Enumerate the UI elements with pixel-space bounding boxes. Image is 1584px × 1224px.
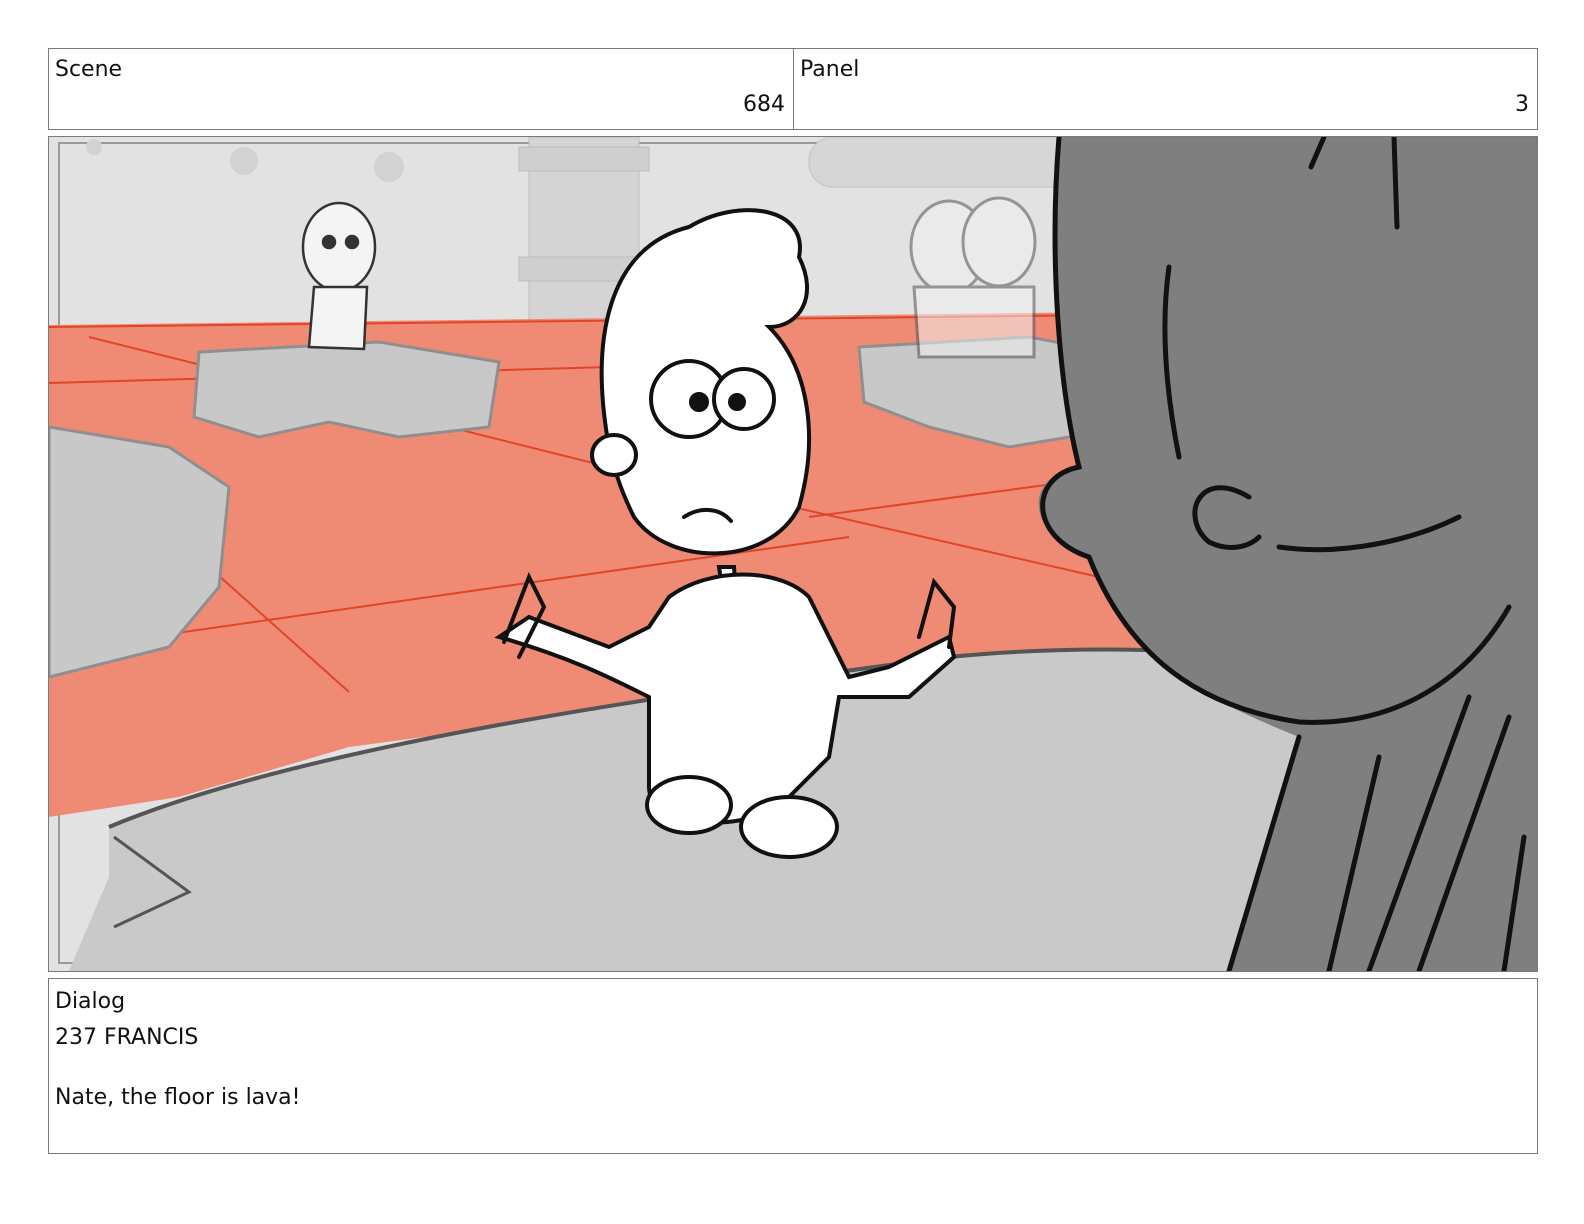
rock-platform-left <box>192 340 501 439</box>
panel-number: 3 <box>1515 92 1529 117</box>
scene-number: 684 <box>743 92 785 117</box>
dialog-label: Dialog <box>55 989 126 1014</box>
dialog-box: Dialog 237 FRANCIS Nate, the floor is la… <box>48 978 1538 1154</box>
scene-label: Scene <box>55 57 123 82</box>
panel-label: Panel <box>800 57 860 82</box>
storyboard-drawing <box>49 137 1537 971</box>
background-character-left <box>301 201 377 351</box>
background-characters-right <box>909 196 1037 359</box>
storyboard-frame <box>48 136 1538 972</box>
panel-cell: Panel 3 <box>793 48 1538 130</box>
dialog-line: Nate, the floor is lava! <box>55 1085 301 1110</box>
dialog-speaker: 237 FRANCIS <box>55 1025 199 1050</box>
pipe-horizontal <box>808 137 1090 188</box>
scene-cell: Scene 684 <box>48 48 794 130</box>
